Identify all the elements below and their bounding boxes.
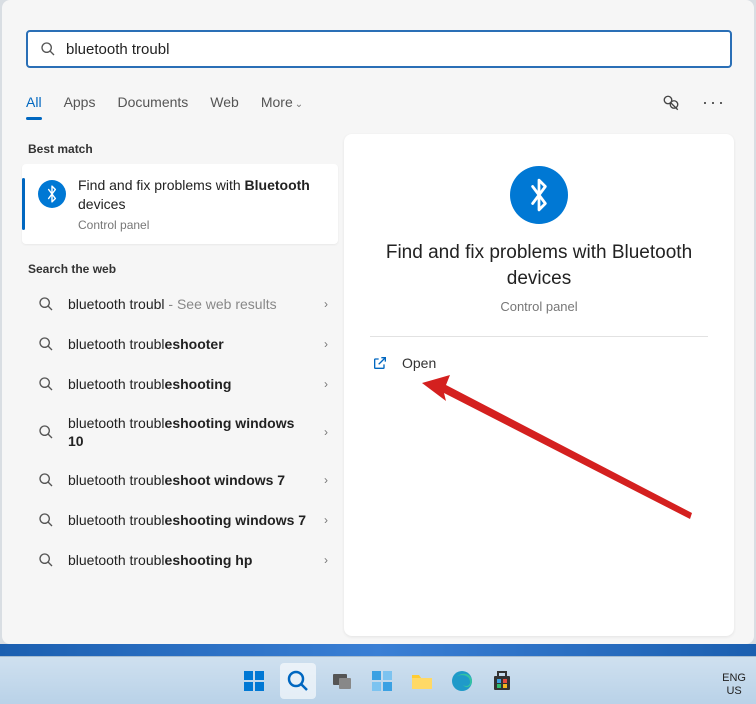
best-match-text: Find and fix problems with Bluetooth dev… [78, 176, 324, 232]
tab-web[interactable]: Web [210, 90, 239, 118]
widgets-button[interactable] [368, 667, 396, 695]
divider [370, 336, 708, 337]
web-result[interactable]: bluetooth troubl - See web results › [22, 284, 338, 324]
tab-more[interactable]: More⌄ [261, 90, 303, 118]
search-box[interactable] [26, 30, 732, 68]
search-icon [38, 336, 54, 352]
chevron-right-icon: › [324, 297, 328, 311]
search-icon [38, 296, 54, 312]
search-panel: All Apps Documents Web More⌄ ··· Best ma… [2, 0, 754, 644]
task-view-button[interactable] [328, 667, 356, 695]
edge-button[interactable] [448, 667, 476, 695]
language-indicator[interactable]: ENG US [722, 672, 746, 698]
bluetooth-icon [38, 180, 66, 208]
web-result[interactable]: bluetooth troubleshooting windows 10 › [22, 404, 338, 460]
tab-all[interactable]: All [26, 90, 42, 118]
web-result[interactable]: bluetooth troubleshoot windows 7 › [22, 460, 338, 500]
chevron-right-icon: › [324, 473, 328, 487]
best-match-label: Best match [28, 142, 338, 156]
search-icon [38, 376, 54, 392]
tab-documents[interactable]: Documents [117, 90, 188, 118]
taskbar-search-button[interactable] [280, 663, 316, 699]
tab-apps[interactable]: Apps [64, 90, 96, 118]
open-external-icon [372, 355, 388, 371]
file-explorer-button[interactable] [408, 667, 436, 695]
top-actions: ··· [662, 92, 726, 113]
chevron-right-icon: › [324, 425, 328, 439]
chevron-down-icon: ⌄ [295, 99, 303, 110]
web-result[interactable]: bluetooth troubleshooting › [22, 364, 338, 404]
recent-searches-icon[interactable] [662, 94, 680, 112]
preview-subtitle: Control panel [370, 299, 708, 314]
start-button[interactable] [240, 667, 268, 695]
search-input[interactable] [66, 41, 720, 58]
preview-card: Find and fix problems with Bluetooth dev… [344, 134, 734, 636]
desktop-wallpaper [0, 644, 756, 656]
chevron-right-icon: › [324, 377, 328, 391]
more-options-icon[interactable]: ··· [702, 92, 726, 113]
search-icon [40, 41, 56, 57]
search-icon [38, 552, 54, 568]
taskbar: ENG US [0, 656, 756, 704]
best-match-result[interactable]: Find and fix problems with Bluetooth dev… [22, 164, 338, 244]
results-column: Best match Find and fix problems with Bl… [22, 134, 338, 580]
web-result[interactable]: bluetooth troubleshooting hp › [22, 540, 338, 580]
web-result[interactable]: bluetooth troubleshooting windows 7 › [22, 500, 338, 540]
chevron-right-icon: › [324, 553, 328, 567]
bluetooth-icon [510, 166, 568, 224]
store-button[interactable] [488, 667, 516, 695]
preview-title: Find and fix problems with Bluetooth dev… [370, 240, 708, 291]
web-results-list: bluetooth troubl - See web results › blu… [22, 284, 338, 580]
web-result[interactable]: bluetooth troubleshooter › [22, 324, 338, 364]
open-button[interactable]: Open [370, 351, 708, 375]
search-icon [38, 424, 54, 440]
chevron-right-icon: › [324, 337, 328, 351]
chevron-right-icon: › [324, 513, 328, 527]
search-icon [38, 512, 54, 528]
search-icon [38, 472, 54, 488]
filter-tabs: All Apps Documents Web More⌄ [26, 90, 303, 118]
search-web-label: Search the web [28, 262, 338, 276]
